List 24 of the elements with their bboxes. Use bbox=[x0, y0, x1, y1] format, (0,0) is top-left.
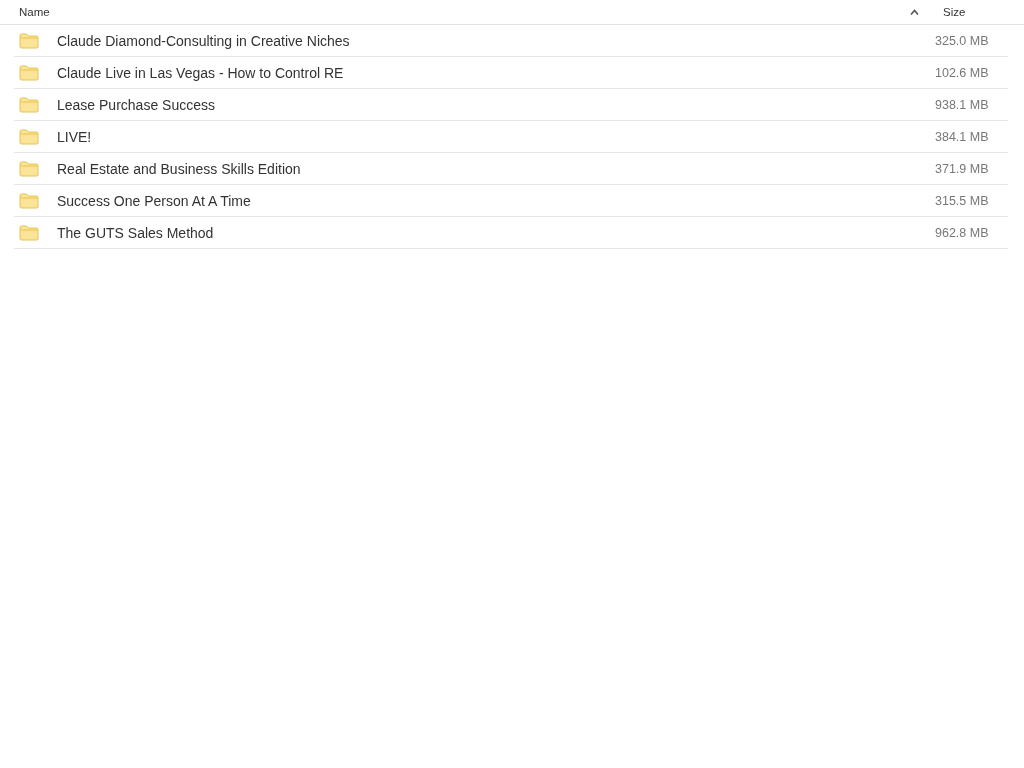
folder-name[interactable]: Success One Person At A Time bbox=[57, 192, 251, 209]
folder-name[interactable]: Claude Live in Las Vegas - How to Control RE bbox=[57, 64, 344, 81]
file-size: 962.8 MB bbox=[935, 225, 990, 240]
folder-icon bbox=[19, 160, 39, 177]
column-header[interactable]: Name bbox=[19, 6, 50, 18]
file-size: 938.1 MB bbox=[935, 97, 990, 112]
folder-name[interactable]: The GUTS Sales Method bbox=[57, 224, 214, 241]
file-size: 315.5 MB bbox=[935, 193, 990, 208]
sort-caret-icon[interactable] bbox=[910, 9, 919, 15]
folder-name[interactable]: Claude Diamond-Consulting in Creative Niches bbox=[57, 32, 350, 49]
column-header[interactable]: Size bbox=[943, 6, 1024, 18]
folder-name[interactable]: LIVE! bbox=[57, 128, 92, 145]
file-size: 371.9 MB bbox=[935, 161, 990, 176]
folder-icon bbox=[19, 128, 39, 145]
folder-icon bbox=[19, 96, 39, 113]
folder-name[interactable]: Real Estate and Business Skills Edition bbox=[57, 160, 301, 177]
folder-icon bbox=[19, 32, 39, 49]
folder-icon bbox=[19, 192, 39, 209]
file-size: 102.6 MB bbox=[935, 65, 990, 80]
folder-name[interactable]: Lease Purchase Success bbox=[57, 96, 215, 113]
file-size: 384.1 MB bbox=[935, 129, 990, 144]
folder-icon bbox=[19, 64, 39, 81]
folder-icon bbox=[19, 224, 39, 241]
file-size: 325.0 MB bbox=[935, 33, 990, 48]
